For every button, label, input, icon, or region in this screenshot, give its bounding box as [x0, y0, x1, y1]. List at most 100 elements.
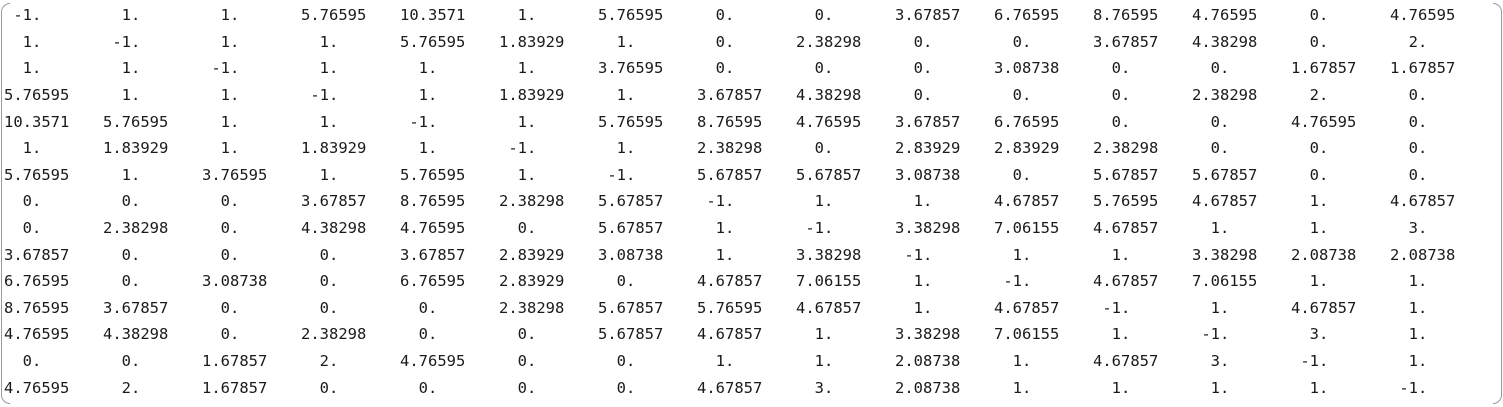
matrix-cell: 4.67857 [1093, 219, 1159, 238]
matrix-cell: 1. [400, 59, 438, 78]
matrix-cell: 5.76595 [400, 165, 466, 184]
matrix-cell: 2. [1291, 86, 1329, 105]
matrix-cell: 0. [994, 86, 1032, 105]
matrix-cell: 5.67857 [598, 219, 664, 238]
matrix-cell: 3.67857 [895, 112, 961, 131]
matrix-cell: -1. [301, 86, 339, 105]
matrix-cell: 0. [1291, 6, 1329, 25]
matrix-cell: 6.76595 [994, 6, 1060, 25]
matrix-cell: 1. [1390, 272, 1428, 291]
matrix-cell: 3.67857 [400, 245, 466, 264]
matrix-cell: 3.38298 [1192, 245, 1258, 264]
matrix-cell: 4.67857 [796, 298, 862, 317]
matrix-row: 4.76595 2. 1.67857 0. 0. 0. 0. 4.67857 3. 2… [4, 374, 1489, 401]
matrix-cell: 1. [103, 165, 141, 184]
matrix-cell: 1. [1390, 298, 1428, 317]
matrix-cell: 2.38298 [796, 32, 862, 51]
matrix-cell: 2.08738 [1291, 245, 1357, 264]
matrix-cell: 3.67857 [301, 192, 367, 211]
matrix-cell: -1. [796, 219, 834, 238]
matrix-cell: 0. [4, 219, 42, 238]
matrix-cell: 1. [202, 32, 240, 51]
matrix-cell: 1. [103, 6, 141, 25]
matrix-cell: 5.67857 [697, 165, 763, 184]
matrix-cell: 3. [1390, 219, 1428, 238]
matrix-cell: 1. [499, 59, 537, 78]
matrix-cell: 1.67857 [202, 378, 268, 397]
matrix-cell: 5.67857 [598, 325, 664, 344]
matrix-cell: 4.67857 [697, 272, 763, 291]
matrix-row: 3.67857 0. 0. 0. 3.67857 2.83929 3.08738 1.… [4, 241, 1489, 268]
matrix-cell: 0. [103, 192, 141, 211]
matrix-cell: 0. [895, 59, 933, 78]
matrix-cell: 5.67857 [1192, 165, 1258, 184]
matrix-row: 10.3571 5.76595 1. 1. -1. 1. 5.76595 8.7659… [4, 108, 1489, 135]
matrix-cell: 0. [1093, 59, 1131, 78]
matrix-cell: 0. [4, 352, 42, 371]
matrix-cell: 5.76595 [301, 6, 367, 25]
matrix-cell: 2.38298 [499, 298, 565, 317]
matrix-cell: 5.76595 [598, 112, 664, 131]
matrix-cell: 1. [895, 272, 933, 291]
matrix-cell: 0. [895, 32, 933, 51]
matrix-cell: 0. [895, 86, 933, 105]
matrix-cell: 0. [202, 325, 240, 344]
matrix-cell: 4.76595 [400, 219, 466, 238]
matrix-cell: 1. [1291, 192, 1329, 211]
matrix-cell: 4.67857 [1291, 298, 1357, 317]
matrix-cell: 7.06155 [796, 272, 862, 291]
matrix-cell: 4.38298 [301, 219, 367, 238]
matrix-cell: 0. [400, 325, 438, 344]
matrix-cell: 1. [1291, 219, 1329, 238]
matrix-cell: 2.83929 [895, 139, 961, 158]
matrix-cell: 5.76595 [103, 112, 169, 131]
matrix-cell: 3.08738 [598, 245, 664, 264]
matrix-cell: 4.76595 [4, 325, 70, 344]
matrix-cell: 6.76595 [994, 112, 1060, 131]
matrix-cell: 5.76595 [697, 298, 763, 317]
matrix-cell: 8.76595 [697, 112, 763, 131]
matrix-cell: 4.38298 [796, 86, 862, 105]
matrix-cell: 1. [400, 86, 438, 105]
matrix-cell: 1. [202, 139, 240, 158]
matrix-cell: 5.76595 [1093, 192, 1159, 211]
matrix-output: -1. 1. 1. 5.76595 10.3571 1. 5.76595 0. 0. 3… [0, 0, 1503, 407]
matrix-cell: 0. [796, 59, 834, 78]
matrix-cell: 0. [202, 245, 240, 264]
matrix-cell: 4.67857 [1093, 352, 1159, 371]
matrix-cell: 1. [103, 59, 141, 78]
matrix-cell: 2.83929 [994, 139, 1060, 158]
matrix-row: 8.76595 3.67857 0. 0. 0. 2.38298 5.67857 5.7… [4, 295, 1489, 322]
matrix-row: 0. 0. 1.67857 2. 4.76595 0. 0. 1. 1. 2.0873… [4, 348, 1489, 375]
matrix-cell: 0. [598, 272, 636, 291]
matrix-cell: 3.08738 [895, 165, 961, 184]
matrix-row: 4.76595 4.38298 0. 2.38298 0. 0. 5.67857 4.6… [4, 321, 1489, 348]
matrix-cell: 3.38298 [895, 219, 961, 238]
matrix-cell: 0. [1390, 86, 1428, 105]
matrix-cell: 10.3571 [400, 6, 466, 25]
matrix-cell: 2.38298 [1192, 86, 1258, 105]
matrix-cell: 0. [103, 272, 141, 291]
matrix-cell: 0. [400, 378, 438, 397]
matrix-cell: 0. [4, 192, 42, 211]
matrix-cell: 1. [1093, 378, 1131, 397]
matrix-cell: 0. [499, 352, 537, 371]
matrix-cell: 0. [301, 272, 339, 291]
matrix-cell: 1. [1192, 378, 1230, 397]
matrix-cell: 2.83929 [499, 272, 565, 291]
matrix-cell: 1. [994, 378, 1032, 397]
matrix-cell: 0. [697, 6, 735, 25]
matrix-cell: 2.38298 [103, 219, 169, 238]
right-matrix-bracket [1493, 3, 1502, 404]
matrix-row: 1. 1. -1. 1. 1. 1. 3.76595 0. 0. 0. 3.0873… [4, 55, 1489, 82]
matrix-row: 0. 0. 0. 3.67857 8.76595 2.38298 5.67857 -1.… [4, 188, 1489, 215]
matrix-cell: 1.67857 [1291, 59, 1357, 78]
matrix-cell: 0. [1390, 139, 1428, 158]
matrix-cell: 3. [1291, 325, 1329, 344]
matrix-cell: 1. [301, 112, 339, 131]
matrix-cell: -1. [202, 59, 240, 78]
matrix-table: -1. 1. 1. 5.76595 10.3571 1. 5.76595 0. 0. 3… [4, 2, 1489, 401]
matrix-cell: 3.67857 [4, 245, 70, 264]
matrix-cell: 4.76595 [1192, 6, 1258, 25]
matrix-cell: -1. [400, 112, 438, 131]
